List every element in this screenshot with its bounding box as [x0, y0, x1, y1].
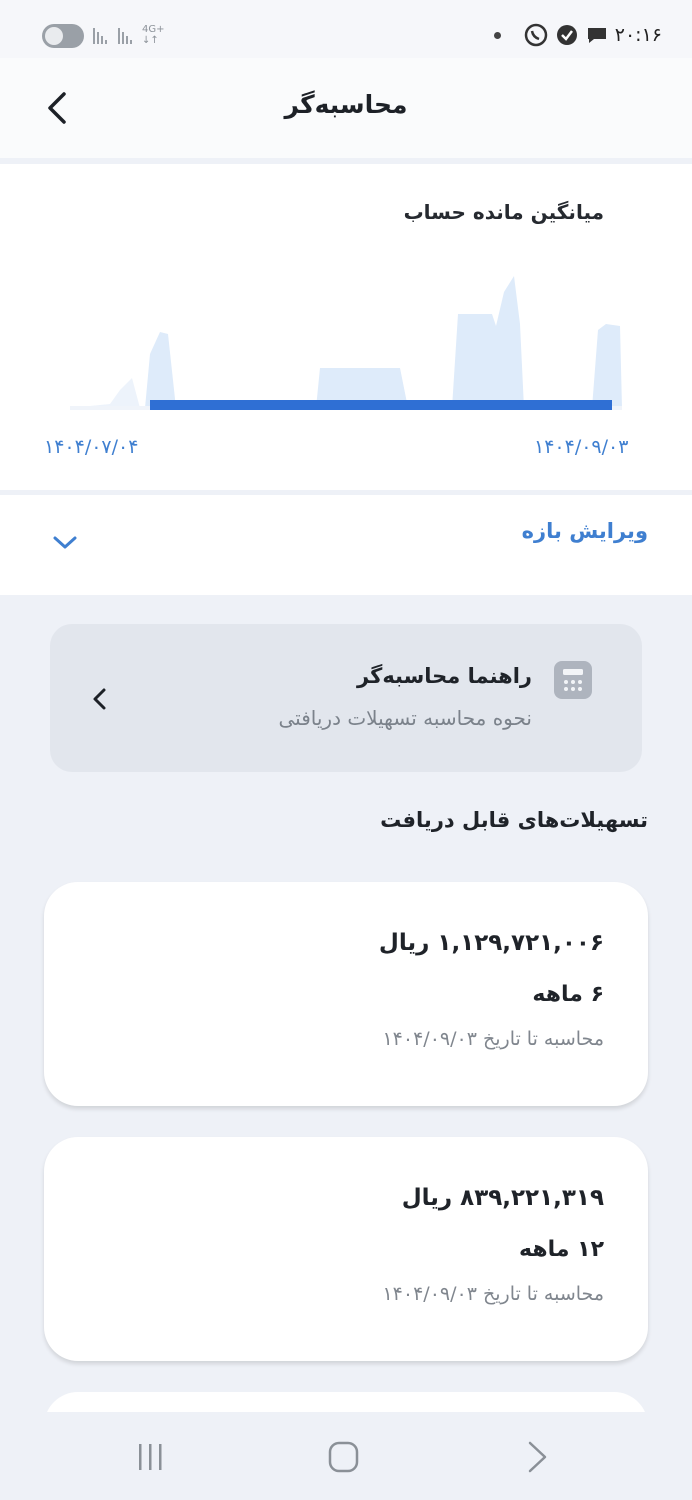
loan-term: ۱۲ ماهه — [519, 1237, 604, 1262]
nav-back-button[interactable] — [518, 1438, 558, 1478]
guide-subtitle: نحوه محاسبه تسهیلات دریافتی — [278, 706, 532, 730]
clock: ۲۰:۱۶ — [614, 24, 662, 46]
chart-area — [145, 332, 176, 408]
home-icon — [328, 1441, 359, 1473]
balance-chart — [70, 276, 622, 410]
loan-card[interactable]: ۱,۱۲۹,۷۲۱,۰۰۶ ریال ۶ ماهه محاسبه تا تاری… — [44, 882, 648, 1106]
chart-start-date: ۱۴۰۴/۰۷/۰۴ — [44, 436, 139, 458]
loan-amount: ۸۳۹,۲۲۱,۳۱۹ ریال — [401, 1185, 604, 1211]
signal-icon — [118, 28, 132, 44]
chart-end-date: ۱۴۰۴/۰۹/۰۳ — [534, 436, 629, 458]
status-bar: 4G+ ↓↑ ۲۰:۱۶ — [0, 0, 692, 58]
header: محاسبه‌گر — [0, 58, 692, 158]
edit-range-row[interactable]: ویرایش بازه — [0, 495, 692, 595]
chart-area — [592, 324, 622, 408]
notification-dot — [493, 31, 501, 39]
chevron-down-icon — [53, 536, 77, 549]
toggle-icon — [42, 24, 84, 48]
home-button[interactable] — [324, 1438, 364, 1478]
loan-card[interactable]: ۸۳۹,۲۲۱,۳۱۹ ریال ۱۲ ماهه محاسبه تا تاریخ… — [44, 1137, 648, 1361]
page-title: محاسبه‌گر — [284, 90, 408, 119]
balance-chart-card: میانگین مانده حساب ۱۴۰۴/۰۷/۰۴ ۱۴۰۴/۰۹/۰۳ — [0, 164, 692, 490]
chat-icon — [587, 28, 606, 43]
chart-area — [452, 276, 524, 408]
recent-apps-icon — [139, 1444, 162, 1470]
loan-calc-date: محاسبه تا تاریخ ۱۴۰۴/۰۹/۰۳ — [382, 1283, 604, 1305]
back-icon — [528, 1441, 547, 1473]
loan-amount: ۱,۱۲۹,۷۲۱,۰۰۶ ریال — [378, 930, 604, 956]
loan-calc-date: محاسبه تا تاریخ ۱۴۰۴/۰۹/۰۳ — [382, 1028, 604, 1050]
chart-area — [70, 378, 140, 408]
chevron-left-icon — [93, 688, 106, 710]
edit-range-label: ویرایش بازه — [521, 519, 648, 543]
check-badge-icon — [556, 25, 577, 45]
guide-title: راهنما محاسبه‌گر — [357, 664, 532, 688]
network-label: 4G+ ↓↑ — [142, 24, 165, 46]
calculator-icon — [554, 661, 592, 699]
calculator-guide-card[interactable]: راهنما محاسبه‌گر نحوه محاسبه تسهیلات دری… — [50, 624, 642, 772]
whatsapp-icon — [524, 23, 548, 47]
system-nav-bar — [0, 1412, 692, 1500]
signal-icon — [93, 28, 107, 44]
recent-apps-button[interactable] — [130, 1438, 170, 1478]
loans-section-title: تسهیلات‌های قابل دریافت — [380, 808, 648, 832]
loan-term: ۶ ماهه — [532, 982, 604, 1007]
selected-range-bar — [150, 400, 612, 410]
